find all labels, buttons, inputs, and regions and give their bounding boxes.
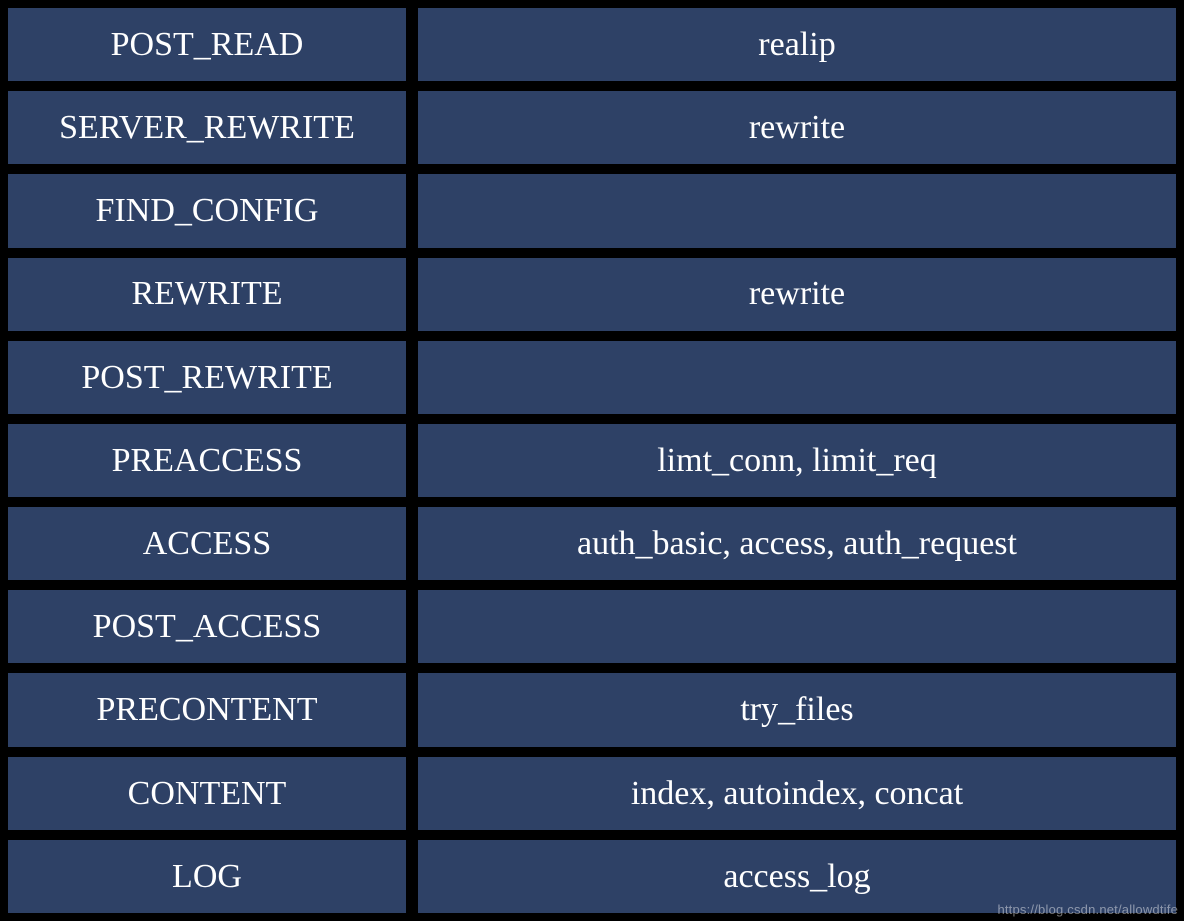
phase-cell: REWRITE bbox=[8, 258, 406, 331]
modules-cell: auth_basic, access, auth_request bbox=[418, 507, 1176, 580]
phase-cell: POST_ACCESS bbox=[8, 590, 406, 663]
modules-cell bbox=[418, 341, 1176, 414]
phase-modules-table: POST_READ realip SERVER_REWRITE rewrite … bbox=[0, 0, 1184, 921]
phase-cell: PRECONTENT bbox=[8, 673, 406, 746]
modules-cell: limt_conn, limit_req bbox=[418, 424, 1176, 497]
phase-cell: PREACCESS bbox=[8, 424, 406, 497]
phase-cell: POST_REWRITE bbox=[8, 341, 406, 414]
modules-cell: try_files bbox=[418, 673, 1176, 746]
phase-cell: POST_READ bbox=[8, 8, 406, 81]
modules-cell: rewrite bbox=[418, 258, 1176, 331]
modules-cell: realip bbox=[418, 8, 1176, 81]
modules-cell bbox=[418, 174, 1176, 247]
modules-cell: index, autoindex, concat bbox=[418, 757, 1176, 830]
modules-cell: rewrite bbox=[418, 91, 1176, 164]
modules-cell: access_log bbox=[418, 840, 1176, 913]
phase-cell: SERVER_REWRITE bbox=[8, 91, 406, 164]
phase-cell: LOG bbox=[8, 840, 406, 913]
phase-cell: CONTENT bbox=[8, 757, 406, 830]
modules-cell bbox=[418, 590, 1176, 663]
phase-cell: FIND_CONFIG bbox=[8, 174, 406, 247]
phase-cell: ACCESS bbox=[8, 507, 406, 580]
